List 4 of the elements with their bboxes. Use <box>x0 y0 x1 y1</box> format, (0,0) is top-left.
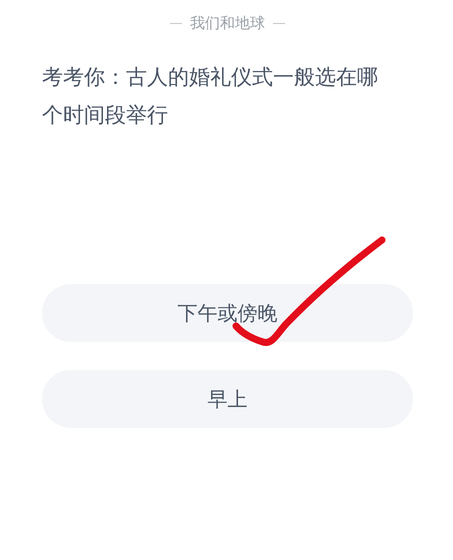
section-title: 我们和地球 <box>190 14 265 32</box>
answer-option[interactable]: 早上 <box>42 370 413 428</box>
question-text: 考考你：古人的婚礼仪式一般选在哪个时间段举行 <box>42 64 378 129</box>
answer-option[interactable]: 下午或傍晚 <box>42 284 413 342</box>
